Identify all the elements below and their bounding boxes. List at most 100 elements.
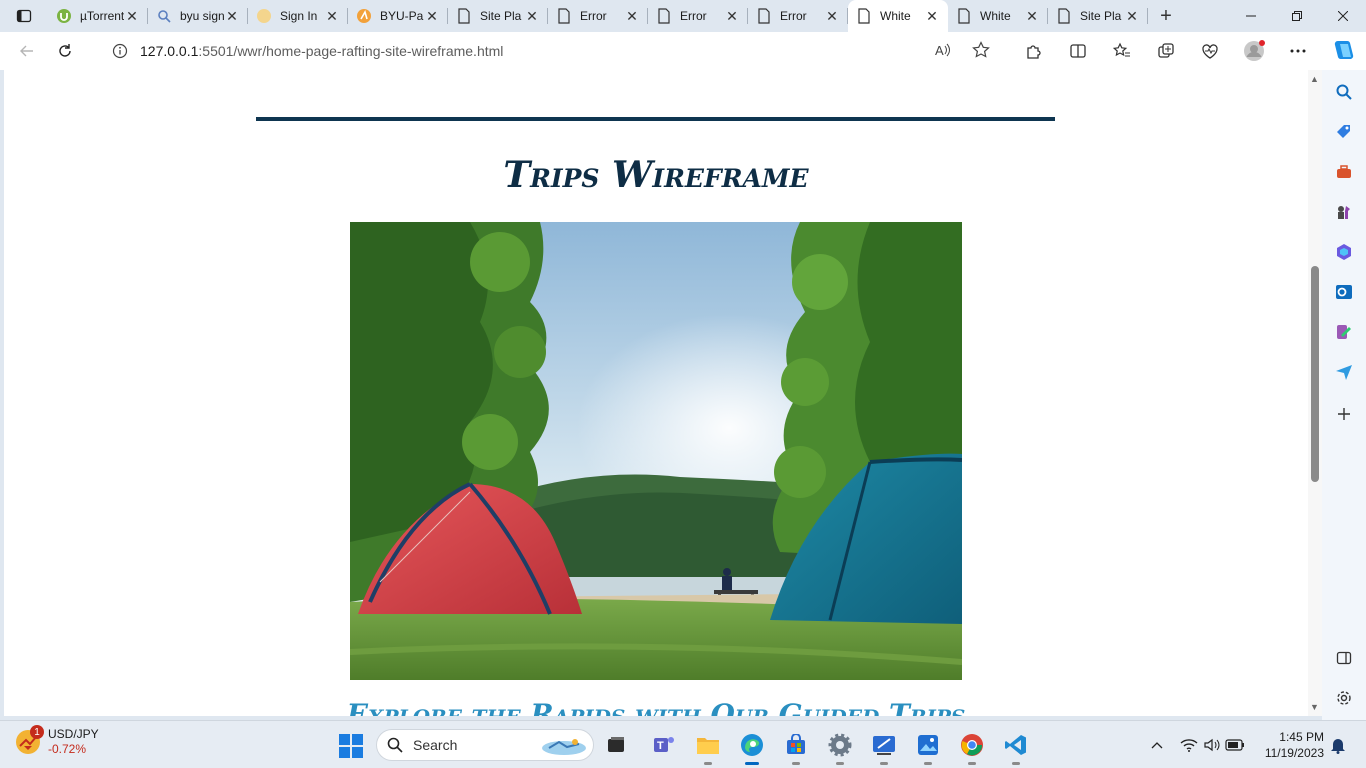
shopping-tag-icon[interactable] [1334, 122, 1354, 142]
settings-more-icon[interactable] [1276, 48, 1320, 54]
tab-white[interactable]: White ✕ [948, 0, 1048, 32]
window-controls [1228, 0, 1366, 32]
folder-icon [697, 738, 719, 754]
tab-error-3[interactable]: Error ✕ [748, 0, 848, 32]
favorite-star-icon[interactable] [972, 40, 990, 62]
split-screen-icon[interactable] [1056, 42, 1100, 60]
stocks-widget[interactable]: 1 USD/JPY -0.72% [14, 725, 99, 757]
scrollbar-thumb[interactable] [1311, 266, 1319, 482]
read-aloud-icon[interactable]: A [934, 41, 952, 62]
clock-time: 1:45 PM [1279, 730, 1324, 744]
close-icon[interactable]: ✕ [324, 8, 340, 24]
hero-subtitle: Explore the Rapids with Our Guided Trips [346, 698, 966, 716]
new-tab-button[interactable]: + [1148, 0, 1184, 32]
scroll-down-arrow-icon[interactable]: ▼ [1310, 702, 1319, 712]
store-icon [787, 734, 805, 754]
tab-actions-button[interactable] [0, 0, 48, 32]
page-icon [1056, 8, 1072, 24]
snipping-tool-app[interactable] [868, 729, 900, 765]
tab-site-plan-2[interactable]: Site Pla ✕ [1048, 0, 1148, 32]
address-bar[interactable]: 127.0.0.1:5501/wwr/home-page-rafting-sit… [100, 35, 1000, 67]
page-scrollbar[interactable]: ▲ ▼ [1308, 70, 1322, 716]
sidebar-search-icon[interactable] [1334, 82, 1354, 102]
refresh-button[interactable] [46, 36, 84, 66]
tab-strip: µTorrent ✕ byu sign ✕ Sign In ✕ BYU-Pa ✕… [0, 0, 1366, 32]
collections-icon[interactable] [1144, 42, 1188, 60]
browser-essentials-icon[interactable] [1188, 42, 1232, 60]
volume-icon[interactable] [1202, 738, 1224, 752]
tab-title: Sign In [280, 9, 318, 23]
tab-title: Site Pla [480, 9, 522, 23]
teams-app[interactable]: T [648, 729, 680, 761]
outlook-icon[interactable] [1334, 282, 1354, 302]
close-icon[interactable]: ✕ [924, 8, 940, 24]
tab-error-2[interactable]: Error ✕ [648, 0, 748, 32]
running-indicator [792, 762, 800, 765]
svg-text:A: A [935, 43, 944, 58]
notifications-bell-icon[interactable] [1330, 736, 1346, 757]
edge-app[interactable] [736, 729, 768, 765]
close-window-button[interactable] [1320, 0, 1366, 32]
url-text[interactable]: 127.0.0.1:5501/wwr/home-page-rafting-sit… [140, 43, 503, 59]
widget-value: -0.72% [48, 742, 87, 756]
scroll-up-arrow-icon[interactable]: ▲ [1310, 74, 1319, 84]
copilot-icon[interactable] [1330, 38, 1356, 64]
file-explorer-app[interactable] [692, 729, 724, 765]
tab-byu-pathway[interactable]: BYU-Pa ✕ [348, 0, 448, 32]
tab-error-1[interactable]: Error ✕ [548, 0, 648, 32]
page-icon [956, 8, 972, 24]
microsoft-365-icon[interactable] [1334, 242, 1354, 262]
vscode-app[interactable] [1000, 729, 1032, 765]
send-paper-plane-icon[interactable] [1334, 362, 1354, 382]
page-viewport: Trips Wireframe Explore the Rapids with … [4, 70, 1308, 716]
close-icon[interactable]: ✕ [824, 8, 840, 24]
close-icon[interactable]: ✕ [1124, 8, 1140, 24]
hide-sidebar-icon[interactable] [1334, 648, 1354, 668]
tab-white-active[interactable]: White ✕ [848, 0, 948, 32]
chrome-app[interactable] [956, 729, 988, 765]
snipping-tool-icon [873, 736, 895, 755]
close-icon[interactable]: ✕ [524, 8, 540, 24]
profile-avatar[interactable] [1232, 40, 1276, 62]
battery-icon[interactable] [1224, 739, 1246, 751]
back-arrow-icon [20, 45, 33, 57]
settings-gear-icon [828, 733, 852, 757]
start-button[interactable] [338, 733, 364, 759]
add-sidebar-app-icon[interactable] [1334, 404, 1354, 424]
search-highlight-icon [542, 739, 586, 755]
photos-app[interactable] [912, 729, 944, 765]
clock-date: 11/19/2023 [1264, 746, 1324, 760]
url-host: 127.0.0.1 [140, 43, 199, 59]
tab-title: Error [580, 9, 607, 23]
designer-icon[interactable] [1334, 322, 1354, 342]
close-icon[interactable]: ✕ [224, 8, 240, 24]
tab-site-plan[interactable]: Site Pla ✕ [448, 0, 548, 32]
settings-app[interactable] [824, 729, 856, 765]
task-view-app[interactable] [600, 729, 632, 761]
running-indicator [836, 762, 844, 765]
show-hidden-icons-chevron-icon[interactable] [1146, 741, 1168, 749]
close-icon[interactable]: ✕ [424, 8, 440, 24]
clock[interactable]: 1:45 PM 11/19/2023 [1250, 729, 1324, 761]
sidebar-settings-gear-icon[interactable] [1334, 688, 1354, 708]
back-button[interactable] [8, 36, 46, 66]
wifi-icon[interactable] [1176, 738, 1202, 752]
close-icon[interactable]: ✕ [724, 8, 740, 24]
close-icon[interactable]: ✕ [1024, 8, 1040, 24]
store-app[interactable] [780, 729, 812, 765]
tab-actions-icon [16, 9, 32, 23]
site-info-icon[interactable] [100, 43, 140, 59]
close-icon[interactable]: ✕ [624, 8, 640, 24]
games-chess-icon[interactable] [1334, 202, 1354, 222]
search-icon [387, 737, 403, 753]
close-icon[interactable]: ✕ [124, 8, 140, 24]
tab-sign-in[interactable]: Sign In ✕ [248, 0, 348, 32]
favorites-icon[interactable] [1100, 42, 1144, 60]
restore-button[interactable] [1274, 0, 1320, 32]
extensions-icon[interactable] [1012, 42, 1056, 60]
taskbar-search-box[interactable]: Search [376, 729, 594, 761]
tab-byu-search[interactable]: byu sign ✕ [148, 0, 248, 32]
tab-utorrent[interactable]: µTorrent ✕ [48, 0, 148, 32]
tools-briefcase-icon[interactable] [1334, 162, 1354, 182]
minimize-button[interactable] [1228, 0, 1274, 32]
